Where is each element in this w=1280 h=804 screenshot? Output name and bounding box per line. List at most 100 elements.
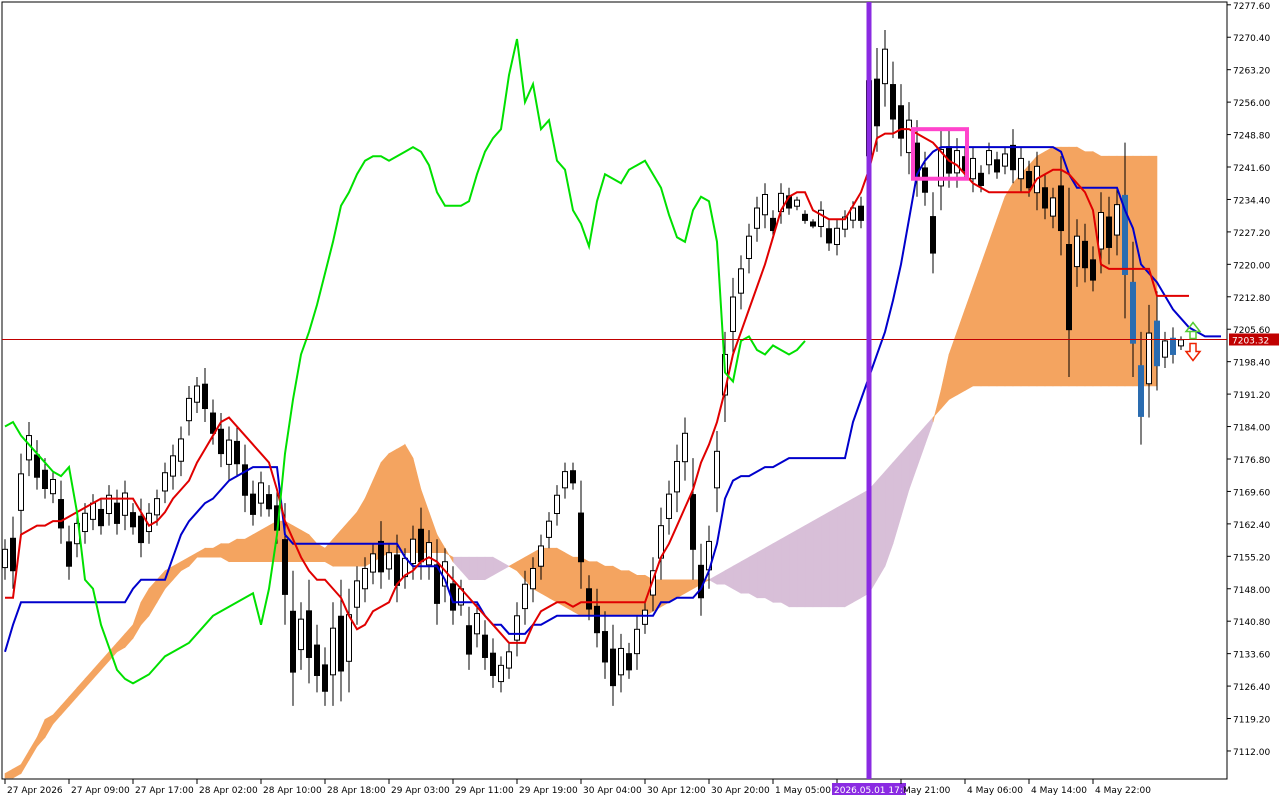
candle-body bbox=[298, 618, 304, 651]
candle-body bbox=[906, 119, 912, 154]
candle-body bbox=[330, 627, 336, 676]
kumo-segment bbox=[604, 565, 614, 617]
candle-body bbox=[1042, 187, 1048, 209]
x-tick-label: 28 Apr 02:00 bbox=[199, 786, 258, 796]
y-tick-label: 7184.00 bbox=[1233, 424, 1270, 434]
candle-body bbox=[386, 552, 392, 570]
y-tick-label: 7227.20 bbox=[1233, 229, 1270, 239]
candle-body bbox=[1058, 185, 1064, 232]
y-tick-label: 7270.40 bbox=[1233, 34, 1270, 44]
kumo-segment bbox=[876, 470, 886, 581]
kumo-segment bbox=[780, 534, 790, 608]
kumo-segment bbox=[988, 219, 998, 387]
kumo-segment bbox=[612, 565, 622, 617]
candle-body bbox=[970, 157, 976, 180]
candle-body bbox=[474, 613, 480, 635]
kumo-segment bbox=[236, 538, 246, 563]
candle-body bbox=[714, 450, 720, 489]
y-tick-label: 7212.80 bbox=[1233, 294, 1270, 304]
candle-body bbox=[170, 455, 176, 477]
candle-body bbox=[1106, 216, 1112, 248]
x-tick-label: 30 Apr 12:00 bbox=[647, 786, 706, 796]
y-tick-label: 7176.80 bbox=[1233, 456, 1270, 466]
candle-body bbox=[218, 428, 224, 455]
candle-body bbox=[226, 439, 232, 465]
kumo-segment bbox=[1012, 173, 1022, 387]
candle-body bbox=[162, 472, 168, 492]
y-axis: 7277.60 7270.40 7263.20 7256.00 7248.80 7241.… bbox=[1227, 2, 1279, 758]
candle-body bbox=[506, 651, 512, 669]
x-tick-label: 27 Apr 2026 bbox=[7, 786, 63, 796]
candle-body bbox=[930, 216, 936, 254]
candle-body bbox=[130, 512, 136, 528]
candle-body bbox=[538, 545, 544, 567]
x-tick-label: 27 Apr 09:00 bbox=[71, 786, 130, 796]
candle-body bbox=[978, 172, 984, 186]
x-tick-label: 4 May 22:00 bbox=[1095, 786, 1151, 796]
candle-body bbox=[1002, 153, 1008, 167]
x-tick-label: 30 Apr 04:00 bbox=[583, 786, 642, 796]
candle-body bbox=[362, 567, 368, 590]
y-tick-label: 7112.00 bbox=[1233, 748, 1270, 758]
kumo-segment bbox=[748, 552, 758, 599]
candle-body bbox=[138, 515, 144, 544]
kumo-segment bbox=[1132, 155, 1142, 387]
kumo-segment bbox=[620, 570, 630, 617]
x-axis: 27 Apr 2026 27 Apr 09:00 27 Apr 17:00 28 Ap… bbox=[4, 779, 1151, 796]
candle-body bbox=[242, 464, 248, 496]
candle-body bbox=[858, 205, 864, 221]
y-tick-label: 7220.00 bbox=[1233, 261, 1270, 271]
candle-body bbox=[498, 664, 504, 683]
candle-body bbox=[466, 625, 472, 655]
kumo-segment bbox=[852, 493, 862, 603]
kumo-segment bbox=[1004, 182, 1014, 387]
kumo-segment bbox=[844, 498, 854, 608]
candle-body bbox=[1066, 244, 1072, 331]
kumo-segment bbox=[548, 547, 558, 603]
chart-canvas[interactable]: 7277.60 7270.40 7263.20 7256.00 7248.80 7241.… bbox=[0, 0, 1280, 800]
kumo-segment bbox=[764, 543, 774, 603]
candle-body bbox=[514, 615, 520, 641]
kumo-segment bbox=[260, 525, 270, 563]
kumo-segment bbox=[756, 547, 766, 599]
x-tick-label: 27 Apr 17:00 bbox=[135, 786, 194, 796]
candle-body bbox=[698, 564, 704, 599]
kumo-segment bbox=[628, 570, 638, 617]
candle-body bbox=[762, 193, 768, 216]
x-tick-label: May 21:00 bbox=[903, 786, 951, 796]
y-tick-label: 7263.20 bbox=[1233, 67, 1270, 77]
candle-body bbox=[482, 634, 488, 658]
candle-body bbox=[690, 494, 696, 550]
kumo-segment bbox=[796, 525, 806, 608]
kumo-segment bbox=[1020, 164, 1030, 387]
candle-body bbox=[1162, 340, 1168, 358]
candle-body bbox=[90, 502, 96, 520]
kumo-segment bbox=[996, 196, 1006, 387]
candle-body bbox=[1090, 259, 1096, 281]
ichimoku-chart[interactable]: 7277.60 7270.40 7263.20 7256.00 7248.80 7241.… bbox=[0, 0, 1280, 800]
candle-body bbox=[618, 647, 624, 676]
y-tick-label: 7248.80 bbox=[1233, 132, 1270, 142]
y-tick-label: 7198.40 bbox=[1233, 359, 1270, 369]
candle-body bbox=[250, 493, 256, 515]
candle-body bbox=[18, 473, 24, 511]
kumo-segment bbox=[300, 529, 310, 563]
kumo-segment bbox=[476, 556, 486, 581]
candle-body bbox=[410, 538, 416, 565]
candle-body bbox=[98, 508, 104, 527]
candle-body bbox=[890, 84, 896, 120]
y-tick-label: 7162.40 bbox=[1233, 521, 1270, 531]
candle-body bbox=[554, 494, 560, 515]
x-tick-label: 29 Apr 19:00 bbox=[519, 786, 578, 796]
kumo-segment bbox=[772, 538, 782, 603]
candle-body bbox=[522, 583, 528, 610]
candle-body bbox=[354, 580, 360, 608]
kumo-segment bbox=[980, 241, 990, 387]
kumo-segment bbox=[820, 511, 830, 608]
candle-body bbox=[370, 553, 376, 573]
candle-body bbox=[1018, 157, 1024, 180]
candle-body bbox=[826, 228, 832, 244]
kumo-segment bbox=[468, 556, 478, 581]
candle-body bbox=[610, 648, 616, 687]
candle-body bbox=[570, 470, 576, 484]
